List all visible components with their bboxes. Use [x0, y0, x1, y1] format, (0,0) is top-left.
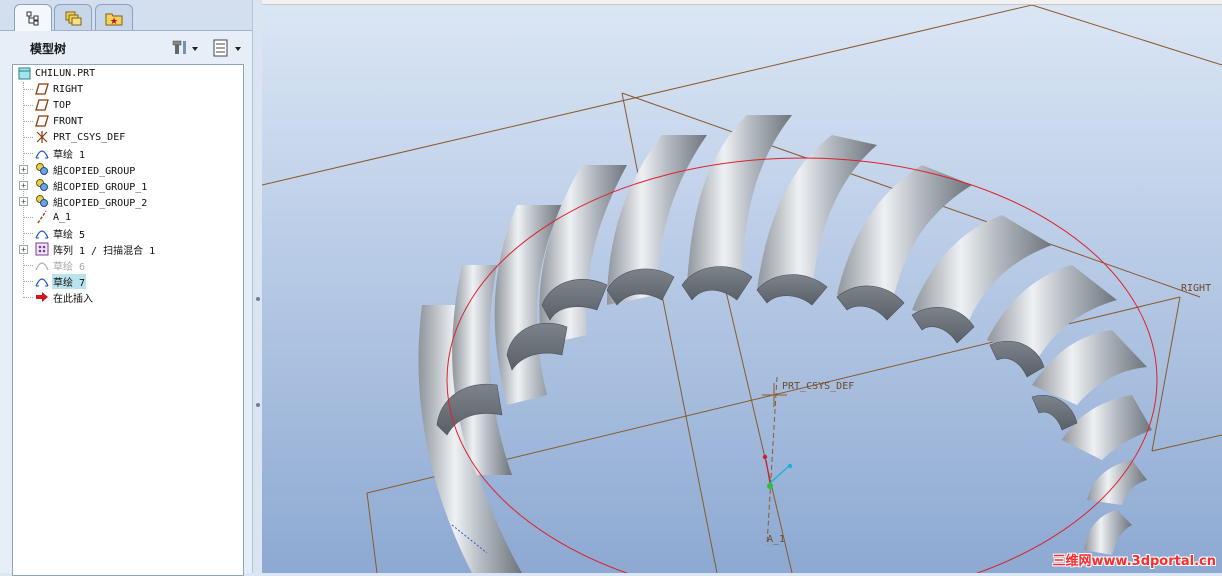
tree-item-sketch-7[interactable]: 草绘 7: [35, 273, 87, 289]
datum-label-csys: PRT_CSYS_DEF: [782, 381, 855, 392]
sketch-icon: [35, 226, 49, 240]
tree-item-label: 草绘 1: [53, 149, 86, 161]
tree-root-label: CHILUN.PRT: [35, 67, 96, 79]
panel-tab-bar: [0, 0, 262, 31]
tree-item-right[interactable]: RIGHT: [35, 81, 84, 97]
layers-tab[interactable]: [54, 4, 92, 30]
group-icon: [35, 162, 49, 176]
tree-item-sketch-5[interactable]: 草绘 5: [35, 225, 86, 241]
tree-item-pattern-1[interactable]: 阵列 1 / 扫描混合 1: [35, 241, 156, 257]
tree-item-label: 組COPIED_GROUP: [53, 165, 136, 177]
show-columns-button[interactable]: [212, 38, 244, 58]
list-dropdown-icon: [213, 39, 241, 57]
tools-dropdown-icon: [172, 40, 198, 54]
graphics-viewport[interactable]: RIGHT PRT_CSYS_DEF A_1 三维网www.3dportal.c…: [262, 5, 1222, 573]
datum-label-right: RIGHT: [1181, 283, 1212, 294]
tree-item-copied-group-1[interactable]: 組COPIED_GROUP_1: [35, 177, 148, 193]
tree-item-copied-group-2[interactable]: 組COPIED_GROUP_2: [35, 193, 148, 209]
axis-line: [766, 376, 778, 546]
tree-item-csys[interactable]: PRT_CSYS_DEF: [35, 129, 126, 145]
layers-icon: [65, 11, 82, 25]
tree-item-insert-here[interactable]: 在此插入: [35, 289, 94, 305]
expand-toggle[interactable]: +: [19, 181, 28, 190]
sketch-icon: [35, 274, 49, 288]
tree-item-copied-group[interactable]: 組COPIED_GROUP: [35, 161, 136, 177]
expand-toggle[interactable]: +: [19, 245, 28, 254]
model-tree: CHILUN.PRT RIGHT TOP FRONT PRT_CSYS_DEF: [12, 64, 244, 576]
tree-connector-h: [23, 89, 33, 90]
expand-toggle[interactable]: +: [19, 197, 28, 206]
tree-item-label: RIGHT: [53, 83, 84, 95]
tree-connector-h: [23, 233, 33, 234]
pattern-icon: [35, 242, 49, 256]
tree-item-sketch-6[interactable]: 草绘 6: [35, 257, 86, 273]
tree-item-label: 草绘 5: [53, 229, 86, 241]
tree-connector-h: [23, 137, 33, 138]
tree-connector-h: [23, 281, 33, 282]
tree-item-top[interactable]: TOP: [35, 97, 72, 113]
folder-star-icon: [105, 13, 123, 25]
tree-item-label: 組COPIED_GROUP_1: [53, 181, 148, 193]
group-icon: [35, 178, 49, 192]
datum-label-axis: A_1: [767, 534, 786, 545]
tree-item-label: PRT_CSYS_DEF: [53, 131, 126, 143]
tree-item-axis-a1[interactable]: A_1: [35, 209, 72, 225]
tree-item-label: 草绘 6: [53, 261, 86, 273]
expand-toggle[interactable]: +: [19, 165, 28, 174]
tree-item-front[interactable]: FRONT: [35, 113, 84, 129]
tree-icon: [26, 11, 39, 26]
tree-connector-h: [23, 121, 33, 122]
model-tree-tab[interactable]: [14, 4, 52, 31]
panel-title: 模型树: [30, 42, 67, 56]
watermark-text: 三维网www.3dportal.cn: [1052, 554, 1216, 569]
csys-icon: [35, 130, 49, 144]
triad-icon: [762, 454, 793, 489]
tree-connector-h: [23, 297, 33, 298]
datum-plane-icon: [35, 82, 49, 96]
insert-here-arrow-icon: [35, 290, 49, 304]
tree-item-label: 在此插入: [53, 293, 93, 305]
tree-item-label: 草绘 7: [52, 273, 87, 289]
tree-connector-h: [23, 105, 33, 106]
tree-header: 模型树: [4, 34, 254, 62]
tree-item-label: FRONT: [53, 115, 84, 127]
tree-connector-h: [23, 153, 33, 154]
tree-item-sketch-1[interactable]: 草绘 1: [35, 145, 86, 161]
tree-connector-h: [23, 217, 33, 218]
tree-item-label: A_1: [53, 211, 72, 223]
tree-connector-h: [23, 265, 33, 266]
tree-item-label: 組COPIED_GROUP_2: [53, 197, 148, 209]
tree-root[interactable]: CHILUN.PRT: [17, 65, 96, 81]
splitter-grip: [256, 297, 260, 301]
sketch-icon: [35, 258, 49, 272]
favorites-tab[interactable]: [95, 4, 133, 30]
part-icon: [17, 66, 31, 80]
tree-item-label: 阵列 1 / 扫描混合 1: [53, 245, 156, 257]
gear-model-render: [262, 5, 1222, 573]
datum-plane-icon: [35, 98, 49, 112]
model-tree-panel: 模型树 CHILUN.PRT RIGHT TOP FRONT PRT_CSYS_…: [0, 0, 262, 576]
datum-plane-icon: [35, 114, 49, 128]
splitter-grip: [256, 403, 260, 407]
settings-tools-button[interactable]: [172, 38, 200, 58]
group-icon: [35, 194, 49, 208]
sketch-icon: [35, 146, 49, 160]
tree-item-label: TOP: [53, 99, 72, 111]
datum-axis-icon: [35, 210, 49, 224]
